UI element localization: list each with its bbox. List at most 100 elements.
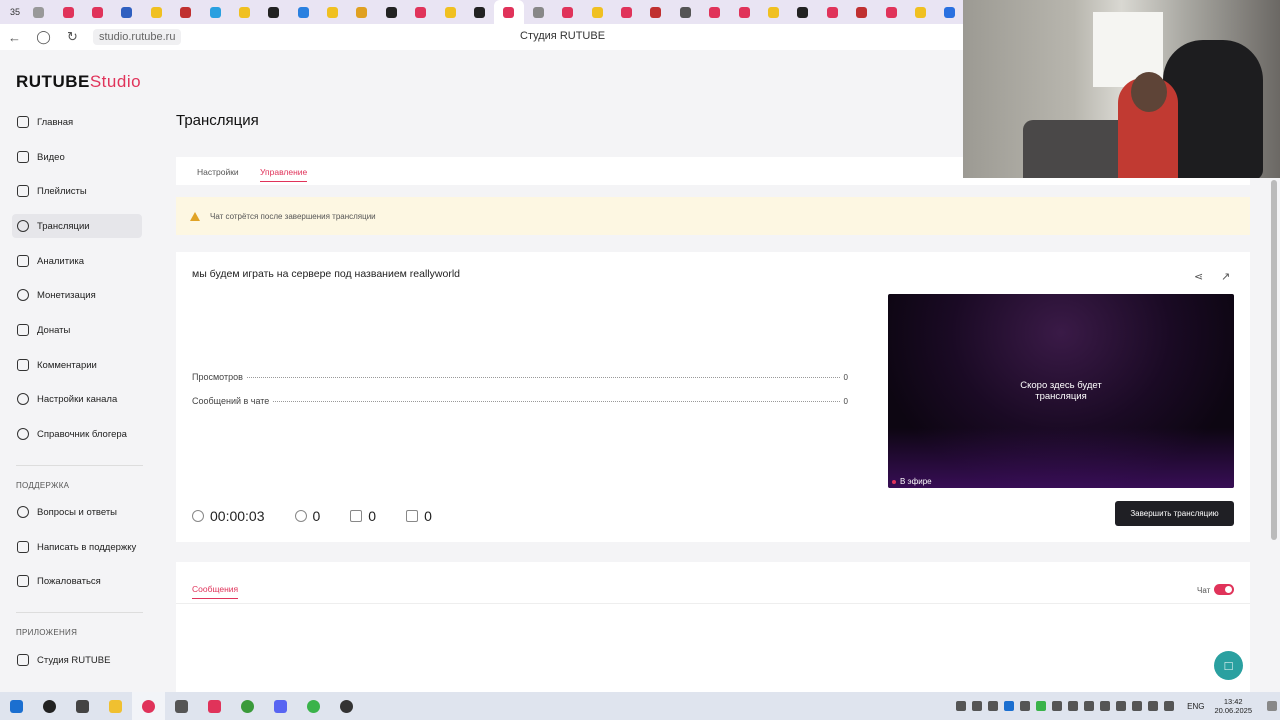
browser-tab[interactable] <box>641 0 670 24</box>
logo-studio-text: Studio <box>89 72 142 91</box>
browser-tab[interactable] <box>671 0 700 24</box>
explorer-icon[interactable] <box>99 692 132 720</box>
tray-icon[interactable] <box>1100 701 1111 711</box>
sidebar-item-comments[interactable]: Комментарии <box>12 353 142 377</box>
sidebar-item-label: Видео <box>37 151 65 163</box>
yandex-icon[interactable] <box>198 692 231 720</box>
external-link-icon[interactable]: ↗ <box>1221 270 1233 283</box>
browser-tab[interactable] <box>230 0 259 24</box>
start-icon[interactable] <box>0 692 33 720</box>
viewers-value: 0 <box>312 508 321 524</box>
obs-icon[interactable] <box>330 692 363 720</box>
sidebar-item-analytics[interactable]: Аналитика <box>12 249 142 273</box>
sidebar-item-blogger-guide[interactable]: Справочник блогера <box>12 422 142 446</box>
sidebar-item-faq[interactable]: Вопросы и ответы <box>12 500 142 524</box>
analytics-icon <box>17 255 29 267</box>
shield-icon[interactable]: ◯ <box>29 29 58 45</box>
browser-tab[interactable] <box>24 0 53 24</box>
browser-tab[interactable] <box>377 0 406 24</box>
tray-icon[interactable] <box>1132 701 1143 711</box>
sidebar-item-broadcasts[interactable]: Трансляции <box>12 214 142 238</box>
task-view-icon[interactable] <box>66 692 99 720</box>
browser-tab[interactable] <box>906 0 935 24</box>
tray-icon[interactable] <box>972 701 983 711</box>
browser-tab[interactable] <box>435 0 464 24</box>
tray-icon[interactable] <box>956 701 967 711</box>
browser-tab[interactable] <box>171 0 200 24</box>
sidebar-item-contact-support[interactable]: Написать в поддержку <box>12 535 142 559</box>
guide-icon <box>17 428 29 440</box>
tab-management[interactable]: Управление <box>260 167 308 182</box>
tray-icon[interactable] <box>988 701 999 711</box>
preview-placeholder: Скоро здесь будет трансляция <box>888 380 1234 402</box>
browser-tab[interactable] <box>700 0 729 24</box>
tab-count-badge[interactable]: 35 <box>6 4 24 20</box>
whatsapp-icon[interactable] <box>297 692 330 720</box>
browser-tab[interactable] <box>318 0 347 24</box>
sidebar-item-home[interactable]: Главная <box>12 110 142 134</box>
tray-icon[interactable] <box>1052 701 1063 711</box>
browser-tab[interactable] <box>142 0 171 24</box>
scrollbar[interactable] <box>1271 180 1277 540</box>
sidebar-item-report[interactable]: Пожаловаться <box>12 569 142 593</box>
browser-tab[interactable] <box>818 0 847 24</box>
browser-tab[interactable] <box>876 0 905 24</box>
sidebar-item-monetization[interactable]: Монетизация <box>12 283 142 307</box>
discord-icon[interactable] <box>264 692 297 720</box>
tray-icon[interactable] <box>1116 701 1127 711</box>
sidebar-item-studio-app[interactable]: Студия RUTUBE <box>12 648 142 672</box>
browser-tab[interactable] <box>259 0 288 24</box>
browser-tab[interactable] <box>406 0 435 24</box>
volume-icon[interactable] <box>1164 701 1175 711</box>
chat-toggle[interactable] <box>1214 584 1234 595</box>
browser-tab[interactable] <box>289 0 318 24</box>
tray-icon[interactable] <box>1036 701 1047 711</box>
browser-tab[interactable] <box>935 0 964 24</box>
browser-tab[interactable] <box>53 0 82 24</box>
tray-icon[interactable] <box>1004 701 1015 711</box>
end-stream-button[interactable]: Завершить трансляцию <box>1115 501 1234 526</box>
sidebar-item-label: Справочник блогера <box>37 428 127 440</box>
reload-icon[interactable]: ↻ <box>58 29 87 45</box>
browser-tab[interactable] <box>200 0 229 24</box>
tab-settings[interactable]: Настройки <box>197 167 239 177</box>
tray-icon[interactable] <box>1068 701 1079 711</box>
sidebar-item-donations[interactable]: Донаты <box>12 318 142 342</box>
chrome-icon[interactable] <box>231 692 264 720</box>
language-indicator[interactable]: ENG <box>1187 702 1204 711</box>
webcam-chair <box>1163 40 1263 178</box>
browser-tab[interactable] <box>582 0 611 24</box>
notifications-icon[interactable] <box>1267 701 1277 711</box>
back-icon[interactable]: ← <box>0 30 29 45</box>
browser-tab[interactable] <box>112 0 141 24</box>
rutube-studio-logo[interactable]: RUTUBEStudio <box>16 72 141 92</box>
share-icon[interactable]: ⋖ <box>1194 270 1206 283</box>
sidebar-item-video[interactable]: Видео <box>12 145 142 169</box>
sidebar-item-label: Вопросы и ответы <box>37 506 118 518</box>
sidebar-item-playlists[interactable]: Плейлисты <box>12 179 142 203</box>
browser-tab[interactable] <box>347 0 376 24</box>
tray-icon[interactable] <box>1020 701 1031 711</box>
stream-preview[interactable]: Скоро здесь будет трансляция В эфире <box>888 294 1234 488</box>
page-heading: Трансляция <box>176 112 259 129</box>
tab-messages[interactable]: Сообщения <box>192 584 239 599</box>
browser-tab[interactable] <box>553 0 582 24</box>
yandex-browser-icon[interactable] <box>132 692 165 720</box>
help-chat-button[interactable]: □ <box>1214 651 1243 680</box>
browser-tab[interactable] <box>612 0 641 24</box>
search-icon[interactable] <box>33 692 66 720</box>
taskbar-app-icon[interactable] <box>165 692 198 720</box>
browser-tab[interactable] <box>847 0 876 24</box>
url-field[interactable]: studio.rutube.ru <box>93 29 182 45</box>
browser-tab[interactable] <box>465 0 494 24</box>
browser-tab[interactable] <box>759 0 788 24</box>
clock[interactable]: 13:42 20.06.2025 <box>1214 697 1252 715</box>
sidebar-item-channel-settings[interactable]: Настройки канала <box>12 387 142 411</box>
browser-tab[interactable] <box>524 0 553 24</box>
browser-tab-active[interactable] <box>494 0 524 24</box>
browser-tab[interactable] <box>83 0 112 24</box>
wifi-icon[interactable] <box>1148 701 1159 711</box>
browser-tab[interactable] <box>729 0 758 24</box>
tray-icon[interactable] <box>1084 701 1095 711</box>
browser-tab[interactable] <box>788 0 817 24</box>
